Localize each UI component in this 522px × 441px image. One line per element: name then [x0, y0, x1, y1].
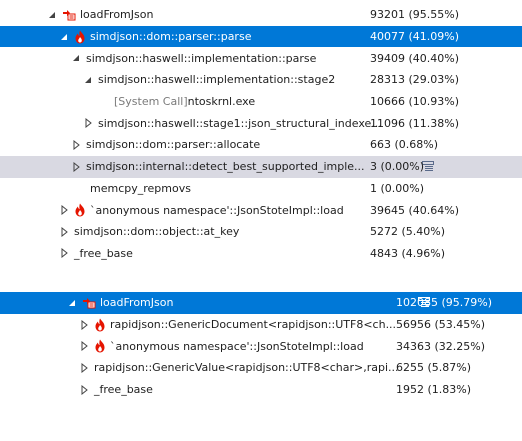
function-name-cell: _free_base: [0, 243, 426, 265]
hot-path-icon: [62, 9, 76, 21]
total-cpu-value: 663 (0.68%): [370, 138, 439, 152]
total-cpu-value: 1952 (1.83%): [396, 383, 472, 397]
tree-row[interactable]: simdjson::haswell::stage1::json_structur…: [0, 112, 522, 134]
total-cpu-value: 4843 (4.96%): [370, 246, 446, 260]
function-name: simdjson::haswell::implementation::parse: [86, 51, 317, 65]
function-name: `anonymous namespace'::JsonStoteImpl::lo…: [90, 203, 344, 217]
function-name: loadFromJson: [80, 8, 154, 22]
function-name: rapidjson::GenericValue<rapidjson::UTF8<…: [94, 361, 399, 375]
expanded-triangle-icon[interactable]: [58, 31, 70, 43]
function-name: ntoskrnl.exe: [187, 95, 256, 109]
collapsed-triangle-icon[interactable]: [78, 340, 90, 352]
flame-icon: [74, 30, 86, 44]
system-call-prefix: [System Call]: [114, 95, 188, 109]
total-cpu-value: 3 (0.00%): [370, 160, 425, 174]
function-name-cell: `anonymous namespace'::JsonStoteImpl::lo…: [0, 199, 426, 221]
function-name-cell: _free_base: [0, 379, 446, 401]
tree-row[interactable]: simdjson::haswell::implementation::parse…: [0, 47, 522, 69]
total-cpu-value: 56956 (53.45%): [396, 318, 486, 332]
expanded-triangle-icon[interactable]: [66, 297, 78, 309]
tree-row[interactable]: `anonymous namespace'::JsonStoteImpl::lo…: [0, 199, 522, 221]
tree-row[interactable]: rapidjson::GenericValue<rapidjson::UTF8<…: [0, 357, 522, 379]
total-cpu-value: 39409 (40.40%): [370, 51, 460, 65]
function-name: simdjson::internal::detect_best_supporte…: [86, 160, 365, 174]
tree-row[interactable]: _free_base 4843 (4.96%): [0, 243, 522, 265]
function-name: memcpy_repmovs: [90, 181, 191, 195]
function-name: simdjson::dom::parser::parse: [90, 30, 252, 44]
total-cpu-value: 40077 (41.09%): [370, 30, 460, 44]
flame-icon: [94, 318, 106, 332]
function-name-cell: loadFromJson: [0, 292, 434, 314]
function-name-cell: simdjson::dom::parser::parse: [0, 26, 426, 48]
collapsed-triangle-icon[interactable]: [78, 362, 90, 374]
tree-row[interactable]: simdjson::dom::object::at_key 5272 (5.40%…: [0, 221, 522, 243]
tree-row[interactable]: simdjson::haswell::implementation::stage…: [0, 69, 522, 91]
function-name-cell: loadFromJson: [0, 4, 414, 26]
tree-row[interactable]: loadFromJson 93201 (95.55%): [0, 4, 522, 26]
call-tree-top: loadFromJson 93201 (95.55%)simdjson::dom:…: [0, 4, 522, 264]
tree-row[interactable]: [System Call] ntoskrnl.exe 10666 (10.93%): [0, 91, 522, 113]
function-name: `anonymous namespace'::JsonStoteImpl::lo…: [110, 339, 364, 353]
total-cpu-value: 39645 (40.64%): [370, 203, 460, 217]
function-name-cell: simdjson::dom::object::at_key: [0, 221, 426, 243]
collapsed-triangle-icon[interactable]: [70, 161, 82, 173]
flame-icon: [74, 203, 86, 217]
collapsed-triangle-icon[interactable]: [70, 139, 82, 151]
tree-row[interactable]: `anonymous namespace'::JsonStoteImpl::lo…: [0, 335, 522, 357]
tree-row[interactable]: rapidjson::GenericDocument<rapidjson::UT…: [0, 314, 522, 336]
tree-row[interactable]: simdjson::dom::parser::allocate 663 (0.68…: [0, 134, 522, 156]
collapsed-triangle-icon[interactable]: [58, 204, 70, 216]
flame-icon: [94, 339, 106, 353]
function-name: simdjson::haswell::stage1::json_structur…: [98, 116, 382, 130]
collapsed-triangle-icon[interactable]: [58, 226, 70, 238]
collapsed-triangle-icon[interactable]: [82, 117, 94, 129]
function-name: simdjson::dom::object::at_key: [74, 225, 240, 239]
function-name: simdjson::haswell::implementation::stage…: [98, 73, 336, 87]
hot-path-icon: [82, 297, 96, 309]
expanded-triangle-icon[interactable]: [70, 52, 82, 64]
total-cpu-value: 5272 (5.40%): [370, 225, 446, 239]
function-name: loadFromJson: [100, 296, 174, 310]
total-cpu-value: 93201 (95.55%): [370, 8, 460, 22]
call-tree-bottom: loadFromJson 102085 (95.79%)rapidjson::Ge…: [0, 292, 522, 400]
total-cpu-value: 1 (0.00%): [370, 181, 425, 195]
function-name: _free_base: [74, 246, 133, 260]
function-name-cell: rapidjson::GenericValue<rapidjson::UTF8<…: [0, 357, 446, 379]
collapsed-triangle-icon[interactable]: [78, 319, 90, 331]
expanded-triangle-icon[interactable]: [82, 74, 94, 86]
tree-row[interactable]: simdjson::internal::detect_best_supporte…: [0, 155, 522, 178]
tree-row[interactable]: memcpy_repmovs 1 (0.00%): [0, 178, 522, 200]
total-cpu-value: 34363 (32.25%): [396, 339, 486, 353]
total-cpu-value: 6255 (5.87%): [396, 361, 472, 375]
tree-row[interactable]: _free_base 1952 (1.83%): [0, 379, 522, 401]
total-cpu-value: 10666 (10.93%): [370, 95, 460, 109]
expanded-triangle-icon[interactable]: [46, 9, 58, 21]
function-name: simdjson::dom::parser::allocate: [86, 138, 261, 152]
function-name: rapidjson::GenericDocument<rapidjson::UT…: [110, 318, 397, 332]
function-name-cell: rapidjson::GenericDocument<rapidjson::UT…: [0, 314, 446, 336]
tree-row[interactable]: loadFromJson 102085 (95.79%): [0, 292, 522, 314]
total-cpu-value: 11096 (11.38%): [370, 116, 460, 130]
total-cpu-value: 28313 (29.03%): [370, 73, 460, 87]
total-cpu-value: 102085 (95.79%): [396, 296, 493, 310]
function-name: _free_base: [94, 383, 153, 397]
collapsed-triangle-icon[interactable]: [78, 384, 90, 396]
tree-separator: [0, 270, 522, 292]
function-name-cell: `anonymous namespace'::JsonStoteImpl::lo…: [0, 335, 446, 357]
tree-row[interactable]: simdjson::dom::parser::parse 40077 (41.09…: [0, 25, 522, 48]
collapsed-triangle-icon[interactable]: [58, 247, 70, 259]
